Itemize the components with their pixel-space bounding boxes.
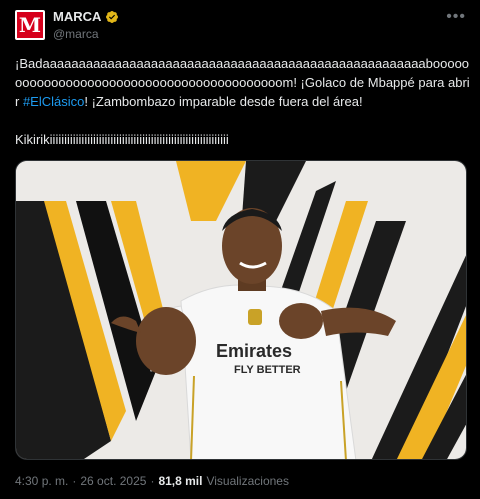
tweet-paragraph-2: Kikirikiiiiiiiiiiiiiiiiiiiiiiiiiiiiiiiii…: [15, 132, 229, 147]
hashtag-link[interactable]: #ElClásico: [23, 94, 84, 109]
tweet-photo[interactable]: Emirates FLY BETTER: [15, 160, 467, 460]
avatar[interactable]: M: [15, 10, 45, 40]
tweet-text: ¡Badaaaaaaaaaaaaaaaaaaaaaaaaaaaaaaaaaaaa…: [15, 54, 470, 149]
verified-badge-icon: [106, 10, 119, 23]
tweet-paragraph-1: ¡Badaaaaaaaaaaaaaaaaaaaaaaaaaaaaaaaaaaaa…: [15, 54, 470, 111]
separator: ·: [150, 474, 155, 488]
marca-logo: M: [17, 12, 43, 38]
author-row: MARCA: [53, 9, 119, 24]
tweet-card[interactable]: M MARCA @marca ••• ¡Badaaaaaaaaaaaaaaaaa…: [0, 0, 480, 499]
jersey-sponsor-tagline: FLY BETTER: [234, 364, 301, 376]
jersey-sponsor: Emirates: [216, 341, 292, 361]
more-options-icon[interactable]: •••: [446, 8, 466, 26]
tweet-date[interactable]: 26 oct. 2025: [80, 474, 146, 488]
author-handle[interactable]: @marca: [53, 27, 99, 41]
separator: ·: [72, 474, 77, 488]
tweet-text-part: ! ¡Zambombazo imparable desde fuera del …: [84, 94, 363, 109]
tweet-time[interactable]: 4:30 p. m.: [15, 474, 68, 488]
views-count[interactable]: 81,8 mil: [158, 474, 202, 488]
player-photo: Emirates FLY BETTER: [16, 161, 466, 459]
views-label: Visualizaciones: [206, 474, 289, 488]
author-name[interactable]: MARCA: [53, 9, 101, 24]
tweet-footer: 4:30 p. m. · 26 oct. 2025 · 81,8 mil Vis…: [15, 474, 289, 488]
